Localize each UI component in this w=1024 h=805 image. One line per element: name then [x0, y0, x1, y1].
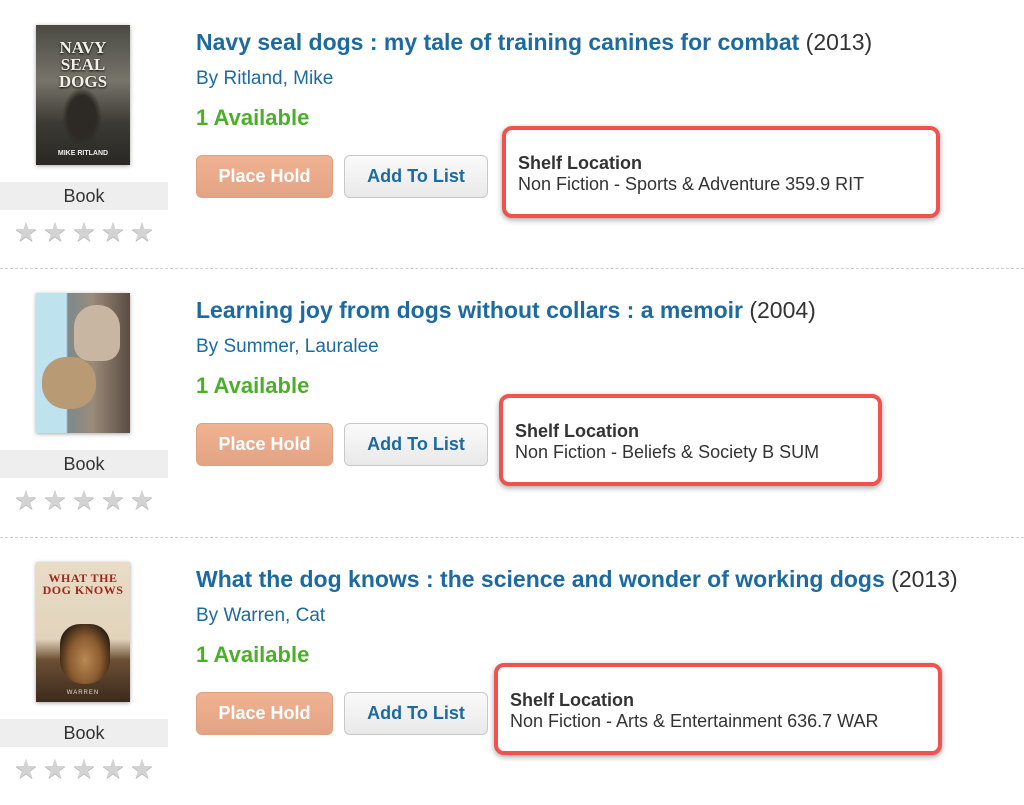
book-cover[interactable]: WHAT THE DOG KNOWS WARREN [36, 562, 130, 702]
star-icon[interactable]: ★ [99, 218, 127, 246]
star-icon[interactable]: ★ [70, 218, 98, 246]
shelf-location-label: Shelf Location [510, 690, 635, 710]
star-icon[interactable]: ★ [128, 218, 156, 246]
cover-author: MIKE RITLAND [57, 150, 109, 157]
search-result: Book ★ ★ ★ ★ ★ Learning joy from dogs wi… [0, 268, 1024, 536]
star-icon[interactable]: ★ [99, 486, 127, 514]
star-icon[interactable]: ★ [70, 486, 98, 514]
star-rating[interactable]: ★ ★ ★ ★ ★ [12, 755, 156, 783]
shelf-location-value: Non Fiction - Beliefs & Society B SUM [515, 442, 820, 462]
search-result: NAVY SEAL DOGS MIKE RITLAND Book ★ ★ ★ ★… [0, 0, 1024, 268]
search-result: WHAT THE DOG KNOWS WARREN Book ★ ★ ★ ★ ★… [0, 537, 1024, 805]
title-line: Navy seal dogs : my tale of training can… [196, 28, 872, 56]
title-link[interactable]: Learning joy from dogs without collars :… [196, 297, 743, 323]
shelf-location-box: Shelf Location Non Fiction - Sports & Ad… [502, 126, 940, 218]
shelf-location-box: Shelf Location Non Fiction - Arts & Ente… [494, 663, 942, 755]
format-label: Book [0, 719, 168, 747]
shelf-location-value: Non Fiction - Arts & Entertainment 636.7… [510, 711, 879, 731]
shelf-location-value: Non Fiction - Sports & Adventure 359.9 R… [518, 174, 865, 194]
format-label: Book [0, 182, 168, 210]
cover-dog-image [42, 357, 96, 409]
author-link[interactable]: Ritland, Mike [223, 68, 333, 89]
book-cover[interactable] [36, 293, 130, 433]
star-icon[interactable]: ★ [41, 755, 69, 783]
place-hold-button[interactable]: Place Hold [196, 692, 333, 735]
author-prefix: By [196, 605, 219, 626]
star-rating[interactable]: ★ ★ ★ ★ ★ [12, 218, 156, 246]
title-link[interactable]: Navy seal dogs : my tale of training can… [196, 29, 799, 55]
star-icon[interactable]: ★ [99, 755, 127, 783]
publication-year: (2013) [891, 566, 958, 592]
publication-year: (2004) [749, 297, 816, 323]
author-line: By Summer, Lauralee [196, 336, 379, 358]
shelf-location-label: Shelf Location [518, 153, 643, 173]
author-link[interactable]: Summer, Lauralee [223, 336, 378, 357]
star-icon[interactable]: ★ [41, 486, 69, 514]
star-icon[interactable]: ★ [128, 486, 156, 514]
title-link[interactable]: What the dog knows : the science and won… [196, 566, 885, 592]
shelf-location-label: Shelf Location [515, 421, 640, 441]
star-icon[interactable]: ★ [41, 218, 69, 246]
book-cover[interactable]: NAVY SEAL DOGS MIKE RITLAND [36, 25, 130, 165]
title-line: Learning joy from dogs without collars :… [196, 296, 816, 324]
add-to-list-button[interactable]: Add To List [344, 155, 488, 198]
title-line: What the dog knows : the science and won… [196, 565, 958, 593]
author-prefix: By [196, 68, 219, 89]
add-to-list-button[interactable]: Add To List [344, 423, 488, 466]
author-prefix: By [196, 336, 219, 357]
place-hold-button[interactable]: Place Hold [196, 155, 333, 198]
availability-status[interactable]: 1 Available [196, 105, 309, 131]
author-line: By Ritland, Mike [196, 68, 333, 90]
cover-author: WARREN [66, 690, 100, 696]
cover-figure-image [62, 87, 102, 147]
star-icon[interactable]: ★ [128, 755, 156, 783]
format-label: Book [0, 450, 168, 478]
star-icon[interactable]: ★ [12, 218, 40, 246]
star-icon[interactable]: ★ [70, 755, 98, 783]
star-icon[interactable]: ★ [12, 755, 40, 783]
availability-status[interactable]: 1 Available [196, 373, 309, 399]
author-line: By Warren, Cat [196, 605, 325, 627]
cover-dog-image [60, 624, 110, 684]
cover-title: NAVY SEAL DOGS [58, 38, 108, 91]
cover-title: WHAT THE DOG KNOWS [42, 571, 124, 597]
place-hold-button[interactable]: Place Hold [196, 423, 333, 466]
cover-child-image [74, 305, 120, 361]
publication-year: (2013) [805, 29, 873, 55]
add-to-list-button[interactable]: Add To List [344, 692, 488, 735]
star-rating[interactable]: ★ ★ ★ ★ ★ [12, 486, 156, 514]
author-link[interactable]: Warren, Cat [223, 605, 325, 626]
availability-status[interactable]: 1 Available [196, 642, 309, 668]
star-icon[interactable]: ★ [12, 486, 40, 514]
shelf-location-box: Shelf Location Non Fiction - Beliefs & S… [499, 394, 882, 486]
